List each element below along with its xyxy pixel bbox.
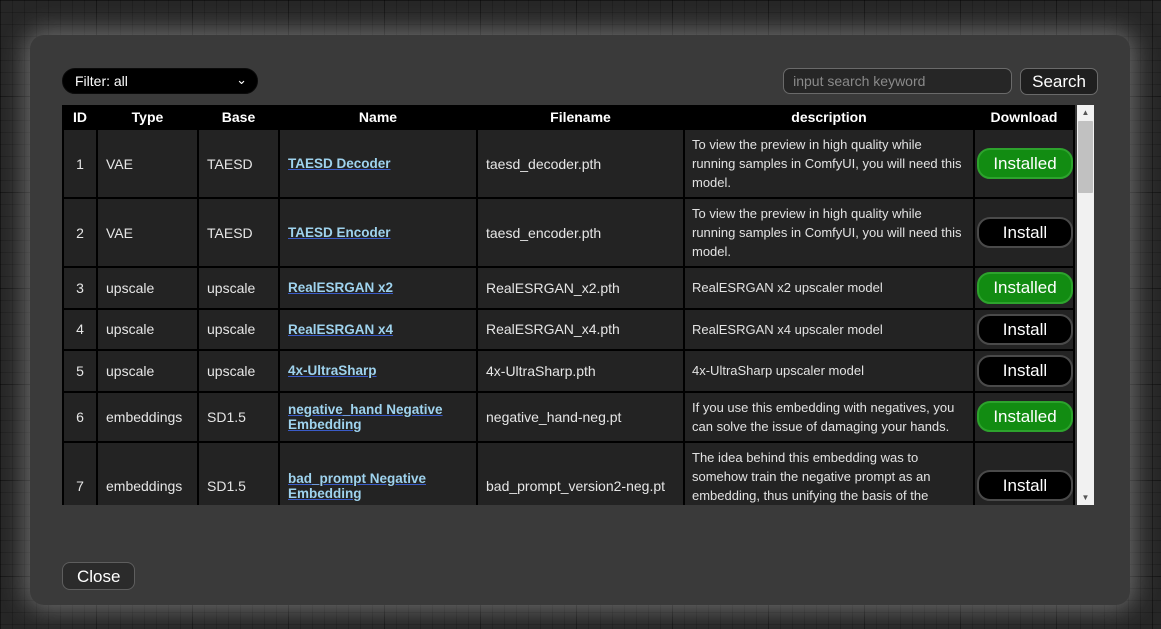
close-button[interactable]: Close bbox=[62, 562, 135, 590]
model-name-link[interactable]: bad_prompt Negative Embedding bbox=[288, 471, 426, 501]
header-base: Base bbox=[198, 106, 279, 130]
cell-filename: taesd_decoder.pth bbox=[477, 129, 684, 198]
install-button[interactable]: Install bbox=[977, 217, 1073, 249]
cell-id: 2 bbox=[63, 198, 97, 267]
model-table: ID Type Base Name Filename description D… bbox=[62, 105, 1075, 505]
cell-type: upscale bbox=[97, 350, 198, 392]
installed-button[interactable]: Installed bbox=[977, 272, 1073, 304]
cell-id: 1 bbox=[63, 129, 97, 198]
cell-name: TAESD Encoder bbox=[279, 198, 477, 267]
filter-dropdown-wrap: Filter: all ⌄ bbox=[62, 68, 258, 94]
cell-filename: bad_prompt_version2-neg.pt bbox=[477, 442, 684, 505]
cell-download: Install bbox=[974, 309, 1074, 351]
cell-filename: RealESRGAN_x4.pth bbox=[477, 309, 684, 351]
cell-filename: taesd_encoder.pth bbox=[477, 198, 684, 267]
cell-download: Installed bbox=[974, 129, 1074, 198]
table-row: 1VAETAESD TAESD Decoder taesd_decoder.pthT… bbox=[63, 129, 1074, 198]
cell-name: bad_prompt Negative Embedding bbox=[279, 442, 477, 505]
cell-name: TAESD Decoder bbox=[279, 129, 477, 198]
cell-description: RealESRGAN x2 upscaler model bbox=[684, 267, 974, 309]
dialog-footer: Close bbox=[62, 562, 1098, 590]
search-input[interactable] bbox=[783, 68, 1012, 94]
table-row: 3upscaleupscaleRealESRGAN x2RealESRGAN_x… bbox=[63, 267, 1074, 309]
header-name: Name bbox=[279, 106, 477, 130]
table-row: 4upscaleupscaleRealESRGAN x4RealESRGAN_x… bbox=[63, 309, 1074, 351]
table-row: 5upscaleupscale4x-UltraSharp4x-UltraShar… bbox=[63, 350, 1074, 392]
model-install-dialog: Filter: all ⌄ Search ID Type Base Name F bbox=[30, 35, 1130, 605]
installed-button[interactable]: Installed bbox=[977, 401, 1073, 433]
cell-download: Install bbox=[974, 198, 1074, 267]
cell-base: upscale bbox=[198, 267, 279, 309]
cell-id: 4 bbox=[63, 309, 97, 351]
table-row: 6embeddingsSD1.5 negative_hand Negative E… bbox=[63, 392, 1074, 442]
scroll-down-icon[interactable]: ▼ bbox=[1077, 490, 1094, 505]
cell-type: embeddings bbox=[97, 442, 198, 505]
cell-download: Installed bbox=[974, 392, 1074, 442]
cell-id: 3 bbox=[63, 267, 97, 309]
header-description: description bbox=[684, 106, 974, 130]
dialog-toolbar: Filter: all ⌄ Search bbox=[62, 68, 1098, 94]
cell-download: Install bbox=[974, 442, 1074, 505]
cell-base: SD1.5 bbox=[198, 392, 279, 442]
cell-base: TAESD bbox=[198, 198, 279, 267]
cell-download: Installed bbox=[974, 267, 1074, 309]
cell-name: negative_hand Negative Embedding bbox=[279, 392, 477, 442]
cell-id: 5 bbox=[63, 350, 97, 392]
cell-description: If you use this embedding with negatives… bbox=[684, 392, 974, 442]
cell-name: RealESRGAN x4 bbox=[279, 309, 477, 351]
model-name-link[interactable]: TAESD Decoder bbox=[288, 156, 391, 171]
model-name-link[interactable]: RealESRGAN x4 bbox=[288, 322, 393, 337]
cell-filename: 4x-UltraSharp.pth bbox=[477, 350, 684, 392]
cell-download: Install bbox=[974, 350, 1074, 392]
header-filename: Filename bbox=[477, 106, 684, 130]
cell-type: VAE bbox=[97, 129, 198, 198]
cell-name: 4x-UltraSharp bbox=[279, 350, 477, 392]
cell-filename: negative_hand-neg.pt bbox=[477, 392, 684, 442]
cell-description: The idea behind this embedding was to so… bbox=[684, 442, 974, 505]
cell-id: 6 bbox=[63, 392, 97, 442]
cell-description: To view the preview in high quality whil… bbox=[684, 198, 974, 267]
cell-description: To view the preview in high quality whil… bbox=[684, 129, 974, 198]
cell-type: upscale bbox=[97, 309, 198, 351]
model-table-viewport: ID Type Base Name Filename description D… bbox=[62, 105, 1098, 505]
header-type: Type bbox=[97, 106, 198, 130]
model-table-body: 1VAETAESDTAESD Decodertaesd_decoder.pthT… bbox=[63, 129, 1074, 505]
search-group: Search bbox=[783, 68, 1098, 95]
install-button[interactable]: Install bbox=[977, 470, 1073, 502]
model-name-link[interactable]: TAESD Encoder bbox=[288, 225, 391, 240]
model-name-link[interactable]: negative_hand Negative Embedding bbox=[288, 402, 443, 432]
header-id: ID bbox=[63, 106, 97, 130]
cell-base: upscale bbox=[198, 350, 279, 392]
cell-id: 7 bbox=[63, 442, 97, 505]
install-button[interactable]: Install bbox=[977, 314, 1073, 346]
table-row: 7embeddingsSD1.5 bad_prompt Negative Embe… bbox=[63, 442, 1074, 505]
cell-base: upscale bbox=[198, 309, 279, 351]
cell-name: RealESRGAN x2 bbox=[279, 267, 477, 309]
table-row: 2VAETAESD TAESD Encoder taesd_encoder.pthT… bbox=[63, 198, 1074, 267]
install-button[interactable]: Install bbox=[977, 355, 1073, 387]
table-header-row: ID Type Base Name Filename description D… bbox=[63, 106, 1074, 130]
scrollbar-thumb[interactable] bbox=[1078, 121, 1093, 193]
cell-type: upscale bbox=[97, 267, 198, 309]
filter-select[interactable]: Filter: all bbox=[62, 68, 258, 94]
table-scrollbar[interactable]: ▲ ▼ bbox=[1077, 105, 1094, 505]
cell-type: embeddings bbox=[97, 392, 198, 442]
installed-button[interactable]: Installed bbox=[977, 148, 1073, 180]
model-name-link[interactable]: RealESRGAN x2 bbox=[288, 280, 393, 295]
cell-description: 4x-UltraSharp upscaler model bbox=[684, 350, 974, 392]
search-button[interactable]: Search bbox=[1020, 68, 1098, 95]
cell-base: TAESD bbox=[198, 129, 279, 198]
header-download: Download bbox=[974, 106, 1074, 130]
cell-filename: RealESRGAN_x2.pth bbox=[477, 267, 684, 309]
cell-type: VAE bbox=[97, 198, 198, 267]
cell-description: RealESRGAN x4 upscaler model bbox=[684, 309, 974, 351]
scroll-up-icon[interactable]: ▲ bbox=[1077, 105, 1094, 120]
cell-base: SD1.5 bbox=[198, 442, 279, 505]
model-name-link[interactable]: 4x-UltraSharp bbox=[288, 363, 377, 378]
